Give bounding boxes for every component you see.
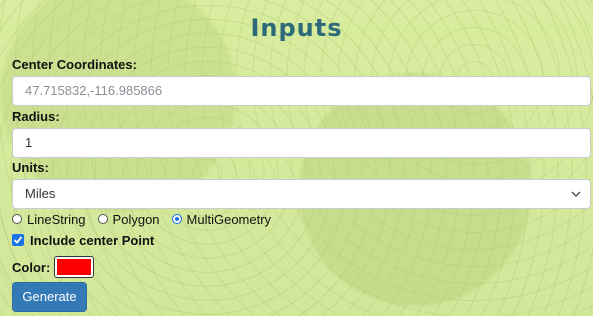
radio-polygon[interactable] [97,214,108,224]
units-select[interactable]: Miles [12,179,591,209]
chevron-down-icon [571,191,581,198]
radius-input[interactable]: 1 [12,128,591,158]
center-coordinates-label: Center Coordinates: [12,57,137,72]
checkmark-icon [13,236,23,244]
radio-linestring[interactable] [12,214,22,224]
include-center-label[interactable]: Include center Point [30,233,154,248]
generate-button[interactable]: Generate [12,282,87,312]
include-center-checkbox[interactable] [12,234,24,246]
color-row: Color: [12,254,95,280]
units-label: Units: [12,160,49,175]
radio-polygon-label[interactable]: Polygon [113,212,160,227]
radio-linestring-label[interactable]: LineString [27,212,86,227]
color-label: Color: [12,259,51,275]
include-center-row: Include center Point [12,232,154,248]
color-swatch [57,259,92,275]
panel-title: Inputs [250,14,343,42]
inputs-panel: Inputs Center Coordinates: 47.715832,-11… [0,0,593,316]
radius-label: Radius: [12,109,60,124]
color-picker[interactable] [54,256,95,278]
units-selected-value: Miles [25,186,56,201]
center-coordinates-input[interactable]: 47.715832,-116.985866 [12,76,591,106]
radio-multigeometry-label[interactable]: MultiGeometry [187,212,272,227]
radio-multigeometry[interactable] [171,214,182,224]
geometry-radio-group: LineString Polygon MultiGeometry [12,211,283,227]
